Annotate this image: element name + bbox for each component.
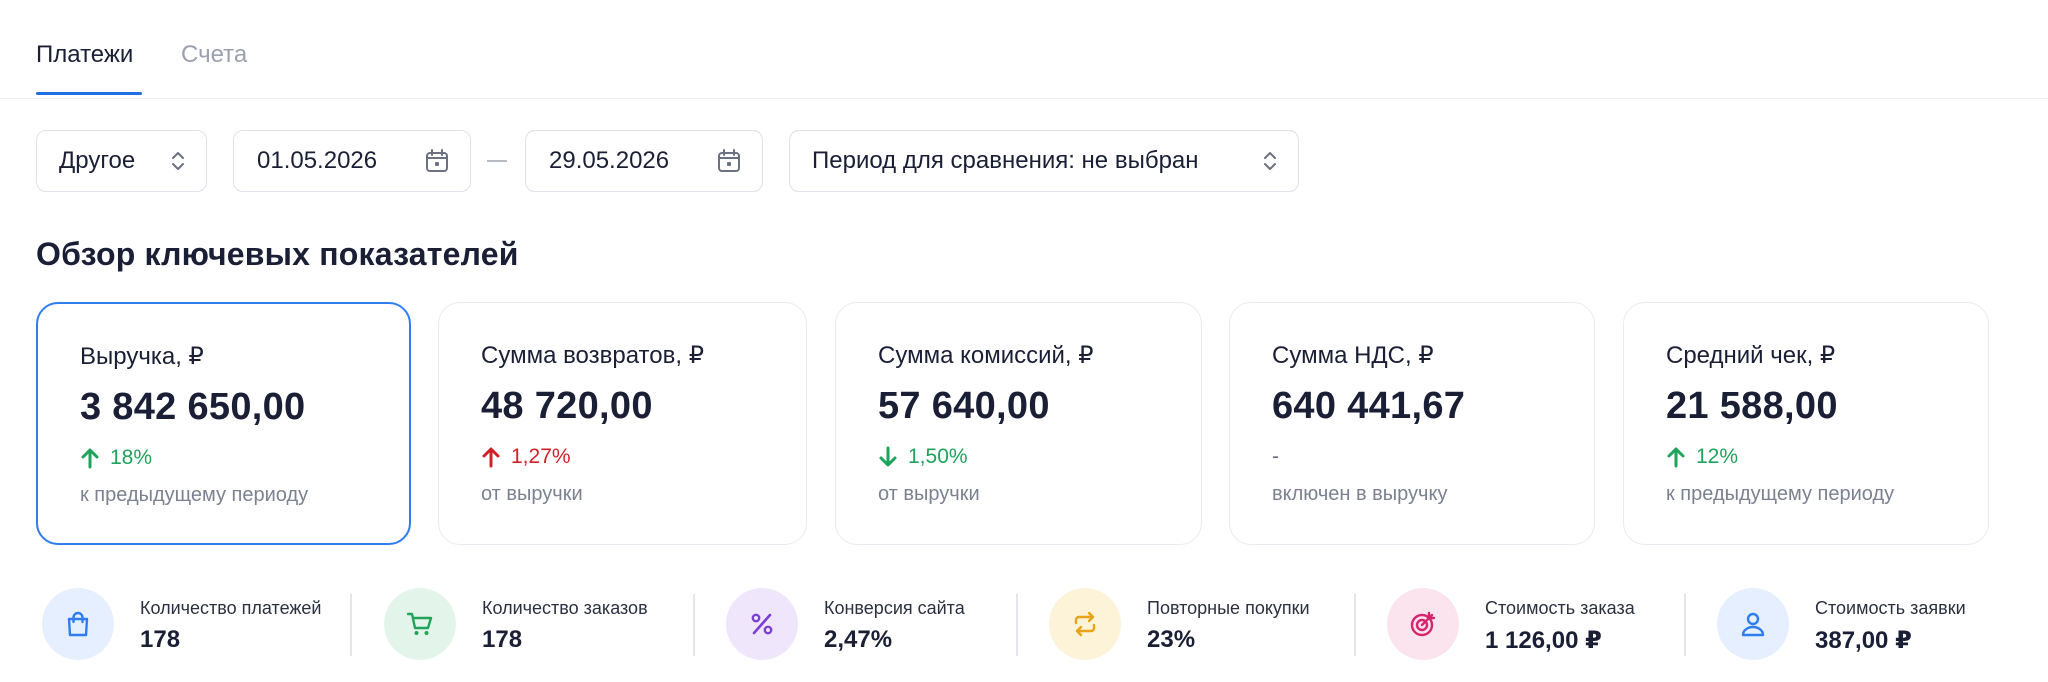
- active-tab-indicator: [36, 92, 142, 95]
- calendar-icon: [426, 149, 448, 172]
- kpi-delta: 1,27%: [481, 445, 571, 469]
- kpi-note: к предыдущему периоду: [1666, 483, 1895, 505]
- tab-invoices[interactable]: Счета: [181, 40, 247, 70]
- date-to-value: 29.05.2026: [549, 147, 670, 174]
- compare-period-value: Период для сравнения: не выбран: [812, 147, 1199, 174]
- date-to-field[interactable]: 29.05.2026: [525, 130, 763, 192]
- cart-icon: [384, 588, 456, 660]
- date-from-value: 01.05.2026: [257, 147, 378, 174]
- kpi-delta-value: 1,27%: [511, 445, 571, 468]
- arrow-down-icon: [879, 446, 897, 467]
- date-from-field[interactable]: 01.05.2026: [233, 130, 471, 192]
- stat-divider: [1684, 594, 1686, 656]
- chevron-up-down-icon: [172, 152, 184, 170]
- period-select-value: Другое: [59, 147, 136, 174]
- kpi-note: к предыдущему периоду: [80, 484, 309, 506]
- kpi-value: 57 640,00: [878, 385, 1050, 427]
- kpi-value: 48 720,00: [481, 385, 653, 427]
- stat-value: 2,47%: [824, 626, 893, 653]
- kpi-label: Сумма комиссий, ₽: [878, 342, 1094, 369]
- shopping-bag-icon: [42, 588, 114, 660]
- user-icon: [1717, 588, 1789, 660]
- stat-divider: [350, 594, 352, 656]
- kpi-value: 3 842 650,00: [80, 386, 306, 428]
- stat-site-conversion: Конверсия сайта 2,47%: [726, 588, 1006, 668]
- stat-label: Стоимость заявки: [1815, 598, 1966, 618]
- kpi-delta: 12%: [1666, 445, 1738, 469]
- arrow-up-icon: [1667, 447, 1685, 468]
- arrow-up-icon: [81, 448, 99, 469]
- kpi-label: Выручка, ₽: [80, 343, 204, 370]
- stat-value: 1 126,00 ₽: [1485, 627, 1602, 654]
- kpi-note: от выручки: [481, 483, 583, 505]
- kpi-value: 640 441,67: [1272, 385, 1466, 427]
- kpi-label: Средний чек, ₽: [1666, 342, 1836, 369]
- stat-lead-cost: Стоимость заявки 387,00 ₽: [1717, 588, 2017, 668]
- stat-divider: [693, 594, 695, 656]
- kpi-card-average-check[interactable]: Средний чек, ₽ 21 588,00 12% к предыдуще…: [1623, 302, 1989, 545]
- repeat-icon: [1049, 588, 1121, 660]
- chevron-up-down-icon: [1264, 152, 1276, 170]
- stat-value: 178: [140, 626, 181, 653]
- kpi-delta-value: 12%: [1696, 445, 1739, 468]
- stat-payments-count: Количество платежей 178: [42, 588, 342, 668]
- kpi-delta-value: 18%: [110, 446, 153, 469]
- kpi-delta: -: [1272, 445, 1279, 469]
- kpi-card-refunds[interactable]: Сумма возвратов, ₽ 48 720,00 1,27% от вы…: [438, 302, 807, 545]
- stat-label: Количество заказов: [482, 598, 648, 618]
- kpi-card-commissions[interactable]: Сумма комиссий, ₽ 57 640,00 1,50% от выр…: [835, 302, 1202, 545]
- kpi-label: Сумма НДС, ₽: [1272, 342, 1434, 369]
- stat-divider: [1354, 594, 1356, 656]
- stat-repeat-purchases: Повторные покупки 23%: [1049, 588, 1349, 668]
- stat-orders-count: Количество заказов 178: [384, 588, 684, 668]
- kpi-delta: 18%: [80, 446, 152, 470]
- stat-value: 23%: [1147, 626, 1196, 653]
- stat-order-cost: Стоимость заказа 1 126,00 ₽: [1387, 588, 1687, 668]
- target-icon: [1387, 588, 1459, 660]
- stat-label: Количество платежей: [140, 598, 322, 618]
- stat-divider: [1016, 594, 1018, 656]
- stat-value: 178: [482, 626, 523, 653]
- stat-label: Повторные покупки: [1147, 598, 1310, 618]
- kpi-card-vat[interactable]: Сумма НДС, ₽ 640 441,67 - включен в выру…: [1229, 302, 1595, 545]
- period-select[interactable]: Другое: [36, 130, 207, 192]
- kpi-delta-value: -: [1272, 445, 1279, 468]
- kpi-delta-value: 1,50%: [908, 445, 968, 468]
- percent-icon: [726, 588, 798, 660]
- arrow-up-icon: [482, 447, 500, 468]
- tab-payments[interactable]: Платежи: [36, 40, 133, 70]
- stat-value: 387,00 ₽: [1815, 627, 1912, 654]
- stat-label: Конверсия сайта: [824, 598, 965, 618]
- compare-period-select[interactable]: Период для сравнения: не выбран: [789, 130, 1299, 192]
- tab-bar: Платежи Счета: [0, 0, 2048, 99]
- kpi-label: Сумма возвратов, ₽: [481, 342, 704, 369]
- kpi-card-revenue[interactable]: Выручка, ₽ 3 842 650,00 18% к предыдущем…: [36, 302, 411, 545]
- kpi-note: включен в выручку: [1272, 483, 1448, 505]
- section-title: Обзор ключевых показателей: [36, 236, 519, 272]
- date-range-separator: [487, 160, 507, 162]
- kpi-delta: 1,50%: [878, 445, 968, 469]
- kpi-note: от выручки: [878, 483, 980, 505]
- kpi-value: 21 588,00: [1666, 385, 1838, 427]
- stat-label: Стоимость заказа: [1485, 598, 1635, 618]
- calendar-icon: [718, 149, 740, 172]
